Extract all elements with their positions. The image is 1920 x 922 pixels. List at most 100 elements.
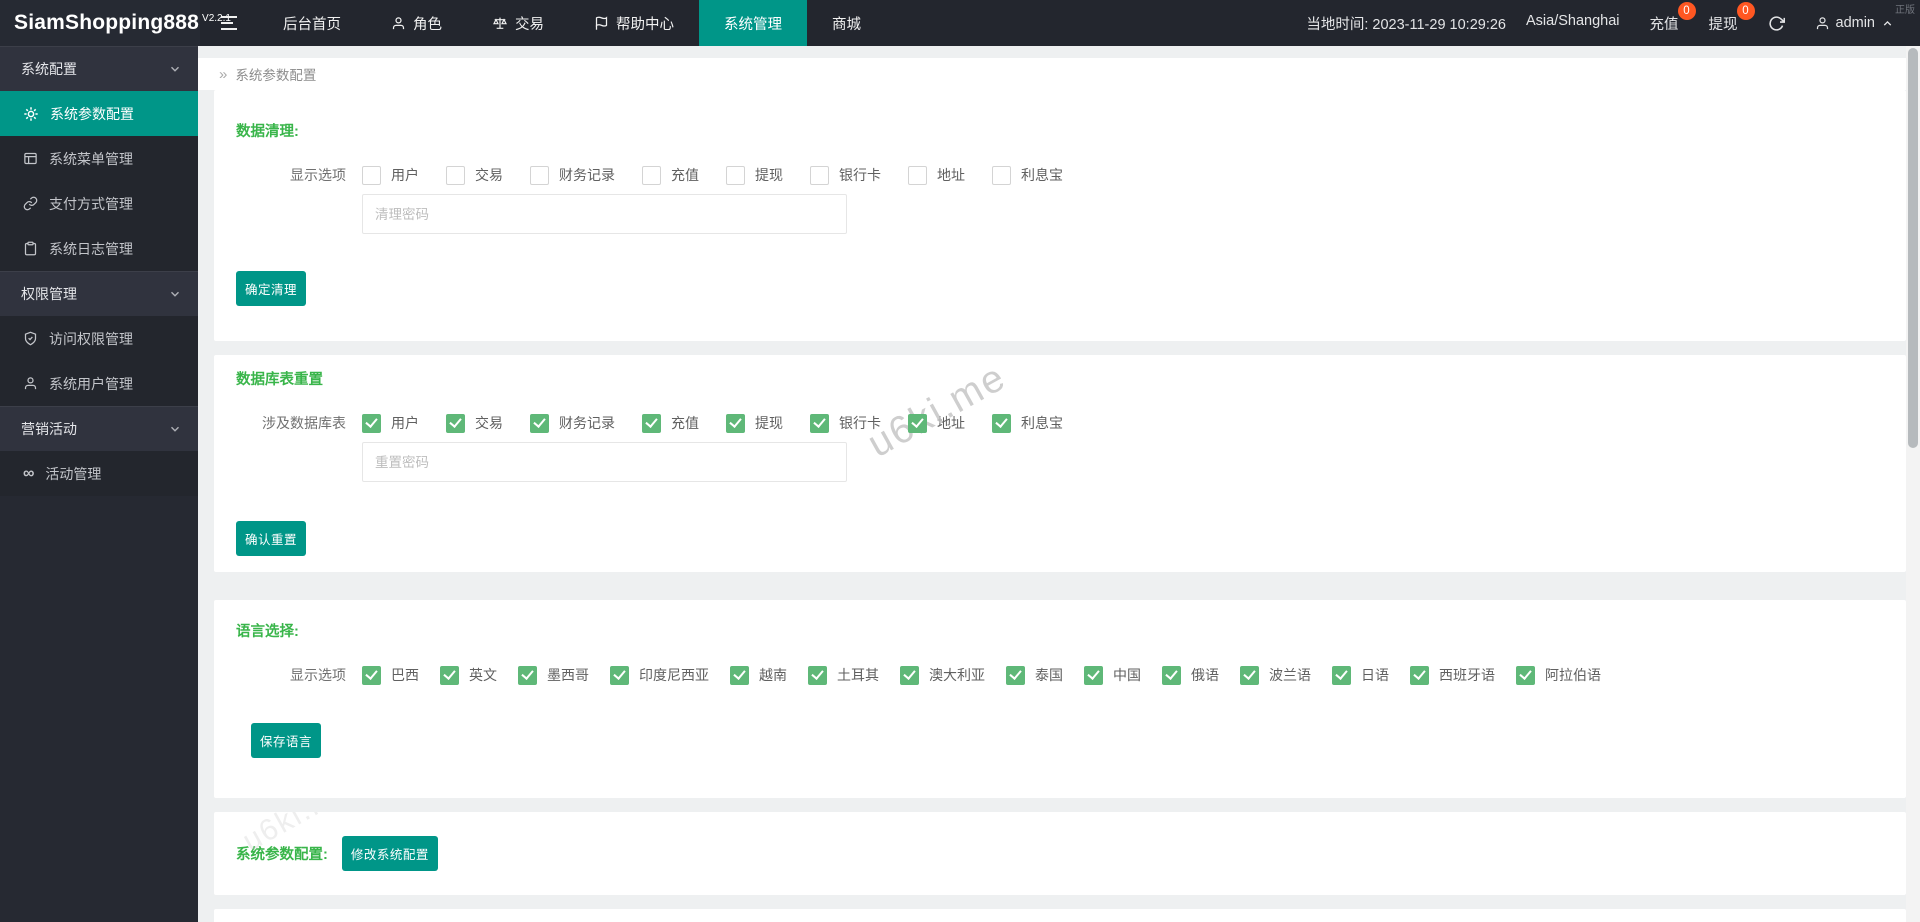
checkbox-icon[interactable]: [1006, 665, 1025, 685]
gear-icon: [23, 106, 39, 122]
checkbox-label: 交易: [475, 415, 503, 431]
checkbox-icon[interactable]: [908, 165, 927, 185]
checkbox-option[interactable]: 波兰语: [1240, 665, 1311, 685]
link-icon: [23, 196, 38, 211]
sidebar-item-system-menu[interactable]: 系统菜单管理: [0, 136, 198, 181]
checkbox-option[interactable]: 财务记录: [530, 165, 615, 185]
checkbox-option[interactable]: 巴西: [362, 665, 419, 685]
reset-password-input[interactable]: [362, 442, 847, 482]
checkbox-option[interactable]: 利息宝: [992, 165, 1063, 185]
checkbox-icon[interactable]: [530, 413, 549, 433]
checkbox-icon[interactable]: [992, 165, 1011, 185]
checkbox-icon[interactable]: [642, 165, 661, 185]
sidebar-item-access-permissions[interactable]: 访问权限管理: [0, 316, 198, 361]
checkbox-icon[interactable]: [730, 665, 749, 685]
checkbox-option[interactable]: 印度尼西亚: [610, 665, 709, 685]
checkbox-label: 财务记录: [559, 415, 615, 431]
nav-item-trade[interactable]: 交易: [467, 0, 569, 46]
menu-collapse-button[interactable]: [200, 0, 258, 46]
sidebar-section-permissions[interactable]: 权限管理: [0, 271, 198, 316]
save-language-button[interactable]: 保存语言: [251, 723, 322, 758]
checkbox-option[interactable]: 提现: [726, 165, 783, 185]
checkbox-icon[interactable]: [810, 165, 829, 185]
checkbox-option[interactable]: 充值: [642, 165, 699, 185]
checkbox-option[interactable]: 交易: [446, 413, 503, 433]
checkbox-option[interactable]: 日语: [1332, 665, 1389, 685]
checkbox-icon[interactable]: [446, 413, 465, 433]
scrollbar-track[interactable]: [1906, 46, 1920, 922]
checkbox-icon[interactable]: [908, 413, 927, 433]
checkbox-option[interactable]: 财务记录: [530, 413, 615, 433]
language-checkbox-group: 巴西 英文 墨西哥 印度尼西亚 越南 土耳其 澳大利亚 泰国 中国 俄语 波兰语…: [362, 665, 1622, 685]
sidebar-item-system-users[interactable]: 系统用户管理: [0, 361, 198, 406]
checkbox-icon[interactable]: [440, 665, 459, 685]
recharge-button[interactable]: 充值 0: [1650, 1, 1696, 34]
checkbox-option[interactable]: 银行卡: [810, 413, 881, 433]
checkbox-icon[interactable]: [642, 413, 661, 433]
checkbox-option[interactable]: 地址: [908, 413, 965, 433]
nav-item-help-center[interactable]: 帮助中心: [569, 0, 699, 46]
nav-item-system-management[interactable]: 系统管理: [699, 0, 807, 46]
nav-item-dashboard[interactable]: 后台首页: [258, 0, 366, 46]
checkbox-option[interactable]: 越南: [730, 665, 787, 685]
checkbox-option[interactable]: 阿拉伯语: [1516, 665, 1601, 685]
sidebar-item-activity-management[interactable]: ∞ 活动管理: [0, 451, 198, 496]
checkbox-option[interactable]: 交易: [446, 165, 503, 185]
modify-system-config-button[interactable]: 修改系统配置: [341, 836, 438, 871]
checkbox-icon[interactable]: [362, 413, 381, 433]
checkbox-option[interactable]: 用户: [362, 413, 419, 433]
checkbox-icon[interactable]: [518, 665, 537, 685]
username: admin: [1835, 15, 1876, 31]
confirm-clean-button[interactable]: 确定清理: [236, 271, 307, 306]
checkbox-option[interactable]: 中国: [1084, 665, 1141, 685]
checkbox-option[interactable]: 澳大利亚: [900, 665, 985, 685]
sidebar-item-payment-methods[interactable]: 支付方式管理: [0, 181, 198, 226]
checkbox-option[interactable]: 提现: [726, 413, 783, 433]
checkbox-icon[interactable]: [810, 413, 829, 433]
checkbox-icon[interactable]: [808, 665, 827, 685]
sidebar-item-system-logs[interactable]: 系统日志管理: [0, 226, 198, 271]
checkbox-icon[interactable]: [446, 165, 465, 185]
clean-password-input[interactable]: [362, 194, 847, 234]
checkbox-label: 阿拉伯语: [1545, 667, 1601, 683]
scrollbar-thumb[interactable]: [1908, 48, 1918, 448]
checkbox-option[interactable]: 俄语: [1162, 665, 1219, 685]
checkbox-option[interactable]: 充值: [642, 413, 699, 433]
checkbox-option[interactable]: 墨西哥: [518, 665, 589, 685]
checkbox-icon[interactable]: [530, 165, 549, 185]
checkbox-label: 充值: [671, 415, 699, 431]
checkbox-icon[interactable]: [900, 665, 919, 685]
nav-item-mall[interactable]: 商城: [807, 0, 886, 46]
checkbox-icon[interactable]: [1162, 665, 1181, 685]
checkbox-icon[interactable]: [362, 165, 381, 185]
checkbox-icon[interactable]: [610, 665, 629, 685]
checkbox-icon[interactable]: [992, 413, 1011, 433]
checkbox-option[interactable]: 英文: [440, 665, 497, 685]
breadcrumb: » 系统参数配置: [198, 58, 1906, 90]
sidebar-item-system-params[interactable]: 系统参数配置: [0, 91, 198, 136]
nav-item-roles[interactable]: 角色: [366, 0, 467, 46]
withdraw-button[interactable]: 提现 0: [1709, 1, 1755, 34]
sidebar-section-system-config[interactable]: 系统配置: [0, 46, 198, 91]
checkbox-option[interactable]: 用户: [362, 165, 419, 185]
checkbox-icon[interactable]: [1516, 665, 1535, 685]
checkbox-option[interactable]: 银行卡: [810, 165, 881, 185]
checkbox-option[interactable]: 泰国: [1006, 665, 1063, 685]
checkbox-icon[interactable]: [1410, 665, 1429, 685]
checkbox-option[interactable]: 地址: [908, 165, 965, 185]
refresh-icon[interactable]: [1768, 15, 1785, 32]
confirm-reset-button[interactable]: 确认重置: [236, 521, 307, 556]
checkbox-option[interactable]: 土耳其: [808, 665, 879, 685]
checkbox-icon[interactable]: [1240, 665, 1259, 685]
checkbox-icon[interactable]: [726, 413, 745, 433]
checkbox-icon[interactable]: [1084, 665, 1103, 685]
checkbox-icon[interactable]: [1332, 665, 1351, 685]
checkbox-option[interactable]: 利息宝: [992, 413, 1063, 433]
navbar-right: 当地时间: 2023-11-29 10:29:26 Asia/Shanghai …: [1306, 0, 1920, 46]
checkbox-icon[interactable]: [362, 665, 381, 685]
checkbox-option[interactable]: 西班牙语: [1410, 665, 1495, 685]
user-menu[interactable]: admin: [1815, 15, 1895, 31]
sidebar-item-label: 系统菜单管理: [49, 150, 133, 167]
checkbox-icon[interactable]: [726, 165, 745, 185]
sidebar-section-marketing[interactable]: 营销活动: [0, 406, 198, 451]
